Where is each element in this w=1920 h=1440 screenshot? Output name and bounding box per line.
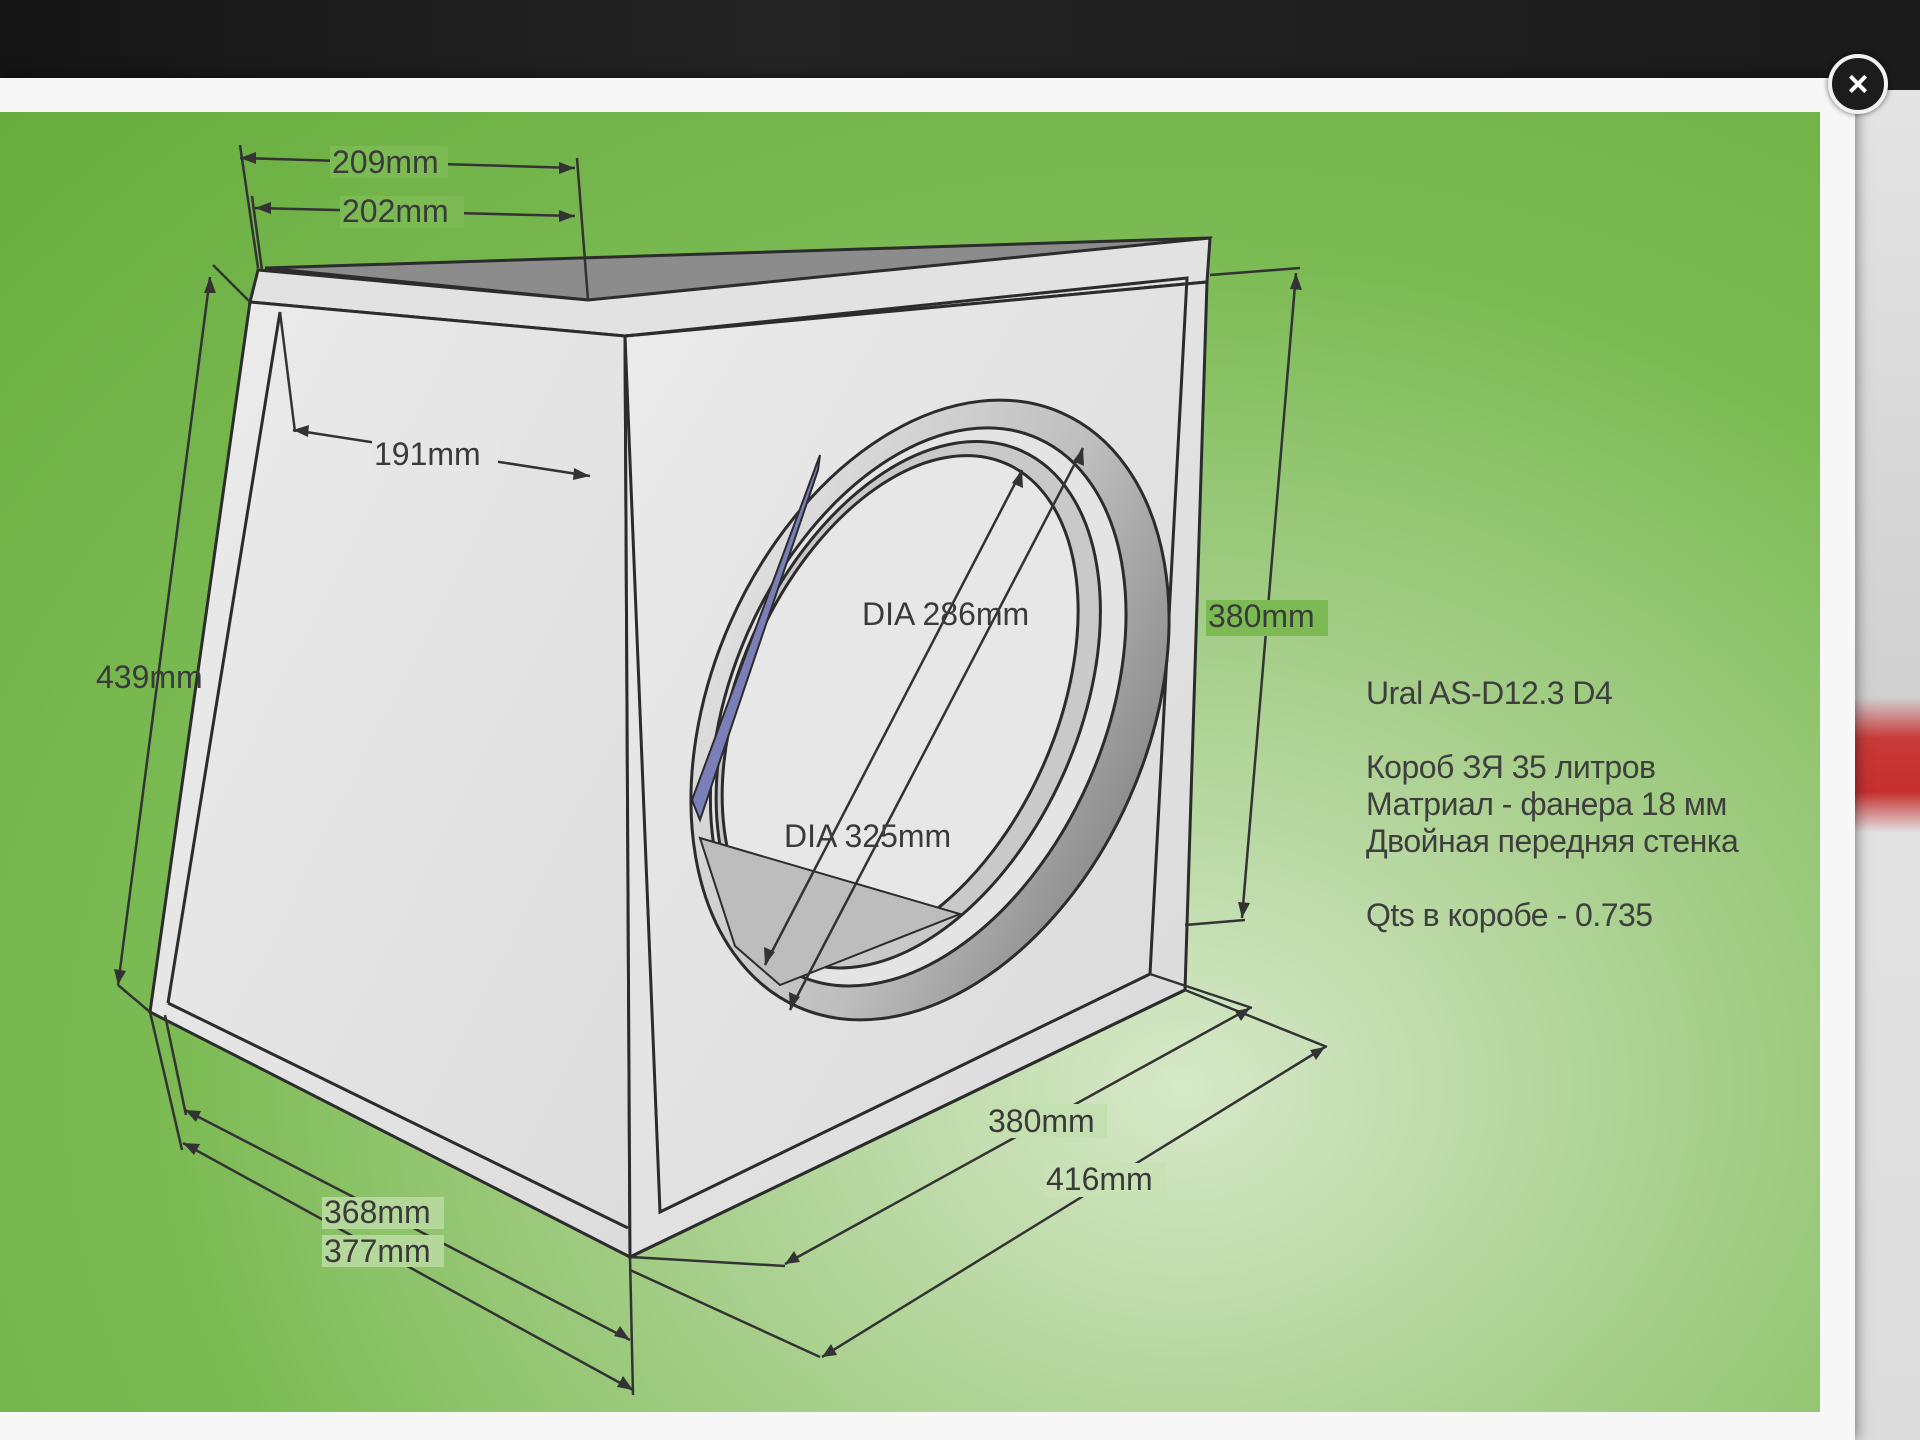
note-front-wall: Двойная передняя стенка xyxy=(1366,823,1739,859)
dim-label-front-inner-width: 380mm xyxy=(988,1103,1095,1139)
dim-label-bottom-inner: 368mm xyxy=(324,1194,431,1230)
dim-label-cutout-outer: DIA 325mm xyxy=(784,818,951,854)
dim-label-top-inner: 202mm xyxy=(342,193,449,229)
note-spacer xyxy=(1366,712,1786,749)
dim-label-back-height: 439mm xyxy=(96,659,203,695)
close-icon: × xyxy=(1847,63,1869,104)
note-box-type: Короб ЗЯ 35 литров xyxy=(1366,749,1656,785)
spec-notes: Ural AS-D12.3 D4 Короб ЗЯ 35 литров Матр… xyxy=(1366,675,1786,934)
note-spacer xyxy=(1366,860,1786,897)
screen: × 209mm 202mm 191mm 439mm 380mm DIA 286m… xyxy=(0,0,1920,1440)
dim-label-inner-depth: 191mm xyxy=(374,436,481,472)
dim-label-top-outer: 209mm xyxy=(332,144,439,180)
dim-label-cutout-inner: DIA 286mm xyxy=(862,596,1029,632)
dim-label-bottom-outer: 377mm xyxy=(324,1233,431,1269)
note-model: Ural AS-D12.3 D4 xyxy=(1366,675,1613,711)
note-qts: Qts в коробе - 0.735 xyxy=(1366,897,1653,933)
close-button[interactable]: × xyxy=(1828,54,1888,114)
page-background-header xyxy=(0,0,1920,90)
note-material: Матриал - фанера 18 мм xyxy=(1366,786,1727,822)
dim-label-front-outer-width: 416mm xyxy=(1046,1161,1153,1197)
dim-label-front-height: 380mm xyxy=(1208,598,1315,634)
